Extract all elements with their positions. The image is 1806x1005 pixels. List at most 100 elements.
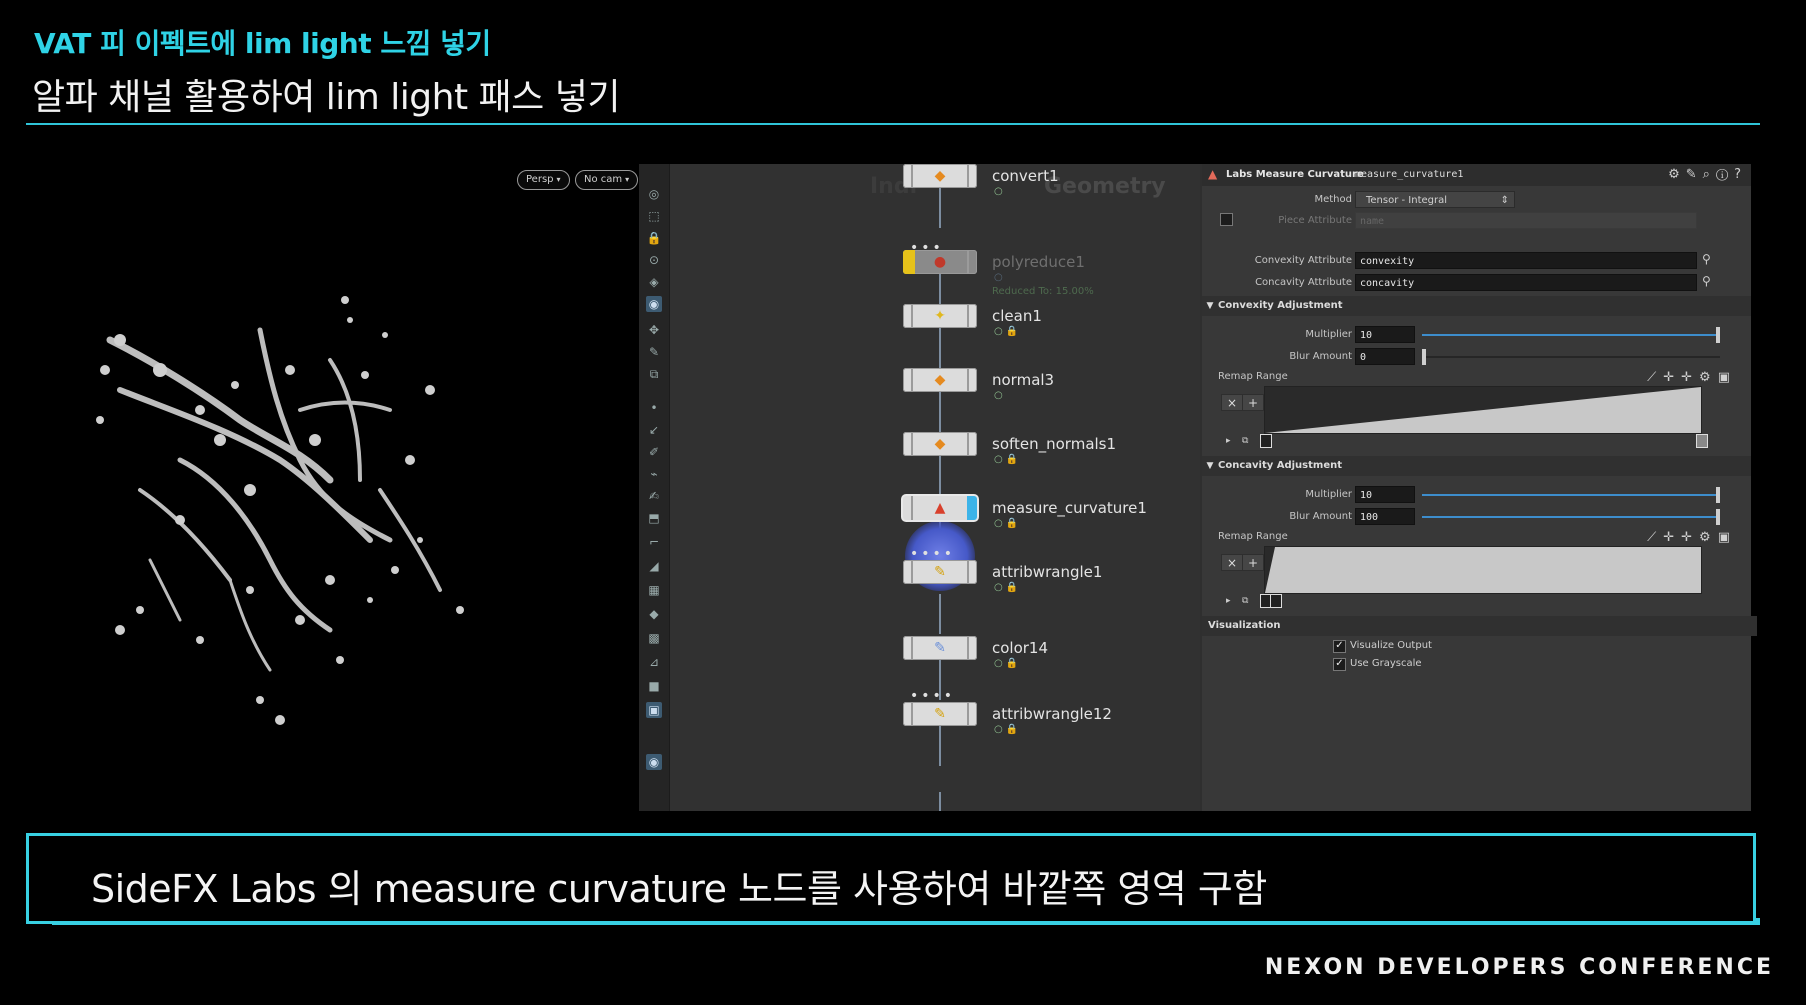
method-menu[interactable]: Tensor - Integral ⇕ (1355, 191, 1515, 208)
ramp-move-icon[interactable]: ✛ (1663, 530, 1681, 545)
convexity-attribute-field[interactable]: convexity (1355, 252, 1697, 269)
convexity-section-header[interactable]: ▼ Convexity Adjustment (1202, 296, 1751, 316)
node-color14[interactable]: ✎ (903, 636, 977, 660)
node-label: normal3 (992, 371, 1055, 389)
lock-icon[interactable]: 🔒 (646, 230, 662, 246)
piece-attribute-field[interactable]: name (1355, 212, 1697, 229)
convexity-blur-slider[interactable] (1422, 356, 1720, 358)
knife-icon[interactable]: ◢ (646, 558, 662, 574)
node-clean1[interactable]: ✦ (903, 304, 977, 328)
texture-icon[interactable]: ▩ (646, 630, 662, 646)
camera-pin-icon[interactable]: ◉ (646, 754, 662, 770)
ramp-gear-icon[interactable]: ⚙ (1699, 370, 1718, 385)
use-grayscale-checkbox[interactable]: ✓ (1333, 658, 1346, 671)
gear-icon[interactable]: ⚙ (1668, 167, 1686, 182)
concavity-multiplier-field[interactable]: 10 (1355, 486, 1415, 503)
ruler-icon[interactable]: ⊿ (646, 654, 662, 670)
concavity-multiplier-slider[interactable] (1422, 494, 1720, 496)
normal-icon: ◆ (934, 372, 946, 388)
slider-knob[interactable] (1716, 327, 1720, 343)
handle-tool-icon[interactable]: ◉ (646, 296, 662, 312)
node-polyreduce1[interactable]: ● (903, 250, 977, 274)
curvature-icon: ▲ (934, 500, 946, 516)
expand-arrow-icon[interactable]: ▸ (1226, 436, 1231, 446)
caption-box: SideFX Labs 의 measure curvature 노드를 사용하여… (26, 833, 1756, 924)
concavity-pin-icon[interactable]: ⚲ (1702, 274, 1711, 288)
convexity-multiplier-slider[interactable] (1422, 334, 1720, 336)
select-tool-icon[interactable]: ⬚ (646, 208, 662, 224)
render-icon[interactable]: ▣ (646, 702, 662, 718)
brush-icon[interactable]: ✎ (1686, 167, 1703, 182)
group-icon[interactable]: ⧉ (646, 366, 662, 382)
ramp-add-icon[interactable]: ✛ (1681, 370, 1699, 385)
node-convert1[interactable]: ◆ (903, 164, 977, 188)
corner-icon[interactable]: ⌐ (646, 534, 662, 550)
slider-knob[interactable] (1716, 509, 1720, 525)
stamp-icon[interactable]: ⬒ (646, 510, 662, 526)
visualize-output-label: Visualize Output (1350, 640, 1432, 651)
slider-knob[interactable] (1422, 349, 1426, 365)
node-normal3[interactable]: ◆ (903, 368, 977, 392)
ramp-edit-icon[interactable]: ⟋ (1647, 530, 1663, 545)
node-label: attribwrangle12 (992, 705, 1112, 723)
diamond-icon[interactable]: ◆ (646, 606, 662, 622)
ramp-key[interactable] (1696, 434, 1708, 448)
info-icon[interactable]: ⓘ (1716, 167, 1734, 182)
link-icon[interactable]: ⧉ (1242, 596, 1248, 606)
snap-icon[interactable]: ◈ (646, 274, 662, 290)
ramp-add-button[interactable]: + (1242, 554, 1264, 571)
ramp-gear-icon[interactable]: ⚙ (1699, 530, 1718, 545)
houdini-window: ◎ ⬚ 🔒 ⊙ ◈ ◉ ✥ ✎ ⧉ • ↙ ✐ ⌁ ✍ ⬒ ⌐ ◢ ▦ ◆ ▩ … (639, 164, 1757, 811)
concavity-remap-ramp[interactable] (1264, 546, 1702, 594)
network-editor[interactable]: Indi Geometry ◆ convert1 ○ ••• ● polyred… (670, 164, 1200, 811)
method-label: Method (1314, 194, 1352, 205)
node-label: polyreduce1 (992, 253, 1085, 271)
convexity-remap-ramp[interactable] (1264, 386, 1702, 434)
visualize-output-checkbox[interactable]: ✓ (1333, 640, 1346, 653)
expand-arrow-icon[interactable]: ▸ (1226, 596, 1231, 606)
view-tool-icon[interactable]: ◎ (646, 186, 662, 202)
convexity-multiplier-field[interactable]: 10 (1355, 326, 1415, 343)
concavity-blur-field[interactable]: 100 (1355, 508, 1415, 525)
node-label: soften_normals1 (992, 435, 1117, 453)
paint-icon[interactable]: ✍ (646, 488, 662, 504)
help-icon[interactable]: ? (1734, 167, 1747, 182)
node-measure-curvature1[interactable]: ▲ (903, 496, 977, 520)
node-flags: ○ 🔒 (994, 582, 1019, 593)
ramp-move-icon[interactable]: ✛ (1663, 370, 1681, 385)
concavity-attribute-field[interactable]: concavity (1355, 274, 1697, 291)
link-icon[interactable]: ⧉ (1242, 436, 1248, 446)
point-icon[interactable]: • (646, 400, 662, 416)
transform-icon[interactable]: ✥ (646, 322, 662, 338)
ramp-key[interactable] (1270, 594, 1282, 608)
grid-icon[interactable]: ▦ (646, 582, 662, 598)
box-icon[interactable]: ■ (646, 678, 662, 694)
draw-icon[interactable]: ✐ (646, 444, 662, 460)
search-icon[interactable]: ⌕ (1703, 167, 1716, 182)
convexity-pin-icon[interactable]: ⚲ (1702, 252, 1711, 266)
ramp-key[interactable] (1260, 434, 1272, 448)
concavity-blur-slider[interactable] (1422, 516, 1720, 518)
ramp-menu-icon[interactable]: ▣ (1718, 370, 1737, 385)
pin-icon[interactable]: ⊙ (646, 252, 662, 268)
edge-icon[interactable]: ↙ (646, 422, 662, 438)
ramp-delete-button[interactable]: × (1221, 394, 1243, 411)
ramp-menu-icon[interactable]: ▣ (1718, 530, 1737, 545)
convexity-blur-field[interactable]: 0 (1355, 348, 1415, 365)
node-attribwrangle12[interactable]: ✎ (903, 702, 977, 726)
ramp-delete-button[interactable]: × (1221, 554, 1243, 571)
brush-icon[interactable]: ✎ (646, 344, 662, 360)
ramp-edit-icon[interactable]: ⟋ (1647, 370, 1663, 385)
concavity-section-header[interactable]: ▼ Concavity Adjustment (1202, 456, 1751, 476)
ramp-add-icon[interactable]: ✛ (1681, 530, 1699, 545)
ramp-add-button[interactable]: + (1242, 394, 1264, 411)
node-attribwrangle1[interactable]: ✎ (903, 560, 977, 584)
node-soften-normals1[interactable]: ◆ (903, 432, 977, 456)
sculpt-icon[interactable]: ⌁ (646, 466, 662, 482)
wrangle-icon: ✎ (934, 564, 946, 580)
3d-viewport[interactable]: Persp ▾ No cam ▾ (0, 160, 640, 810)
collapse-arrow-icon: ▼ (1206, 461, 1214, 471)
node-name-field[interactable]: measure_curvature1 (1355, 169, 1463, 180)
slider-knob[interactable] (1716, 487, 1720, 503)
visualization-section-header[interactable]: Visualization (1202, 616, 1757, 636)
